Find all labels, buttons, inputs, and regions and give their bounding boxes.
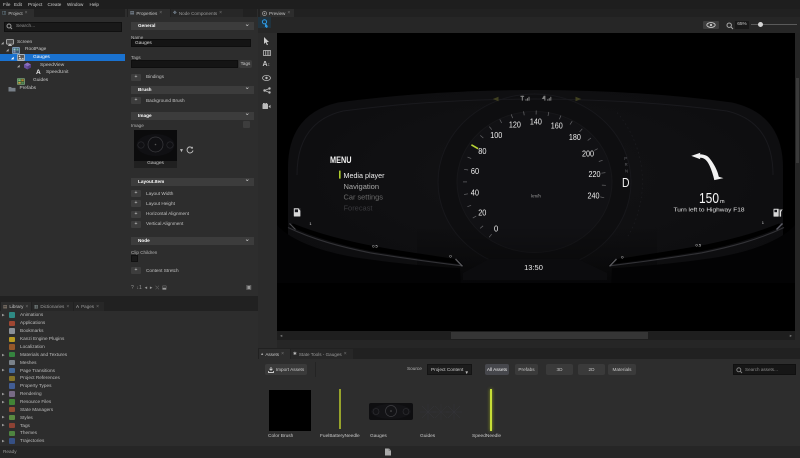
svg-text:220: 220 (589, 170, 601, 179)
svg-text:100: 100 (490, 131, 502, 140)
svg-text:150: 150 (699, 190, 719, 207)
svg-text:13:50: 13:50 (524, 263, 543, 272)
svg-text:R: R (625, 162, 628, 167)
svg-text:Car settings: Car settings (344, 193, 384, 202)
svg-text:80: 80 (478, 147, 487, 156)
svg-text:m: m (720, 199, 725, 205)
svg-text:Media player: Media player (344, 171, 386, 180)
svg-text:0.5: 0.5 (696, 242, 702, 247)
svg-text:40: 40 (471, 188, 480, 197)
svg-text:D: D (622, 175, 630, 190)
svg-text:120: 120 (509, 121, 521, 130)
svg-text:Turn left to Highway F18: Turn left to Highway F18 (674, 208, 745, 214)
svg-text:N: N (625, 169, 628, 174)
svg-text:Forecast: Forecast (344, 204, 373, 213)
svg-text:60: 60 (471, 167, 480, 176)
svg-text:P: P (624, 156, 627, 161)
svg-text:20: 20 (478, 208, 487, 217)
svg-text:Navigation: Navigation (344, 182, 380, 191)
svg-text:200: 200 (582, 150, 594, 159)
svg-text:MENU: MENU (330, 155, 352, 166)
svg-text:160: 160 (551, 122, 563, 131)
svg-text:0.5: 0.5 (372, 243, 378, 248)
svg-text:180: 180 (569, 133, 581, 142)
svg-text:0: 0 (494, 225, 499, 234)
svg-text:km/h: km/h (531, 194, 541, 199)
svg-text:240: 240 (588, 191, 600, 200)
svg-text:140: 140 (530, 117, 542, 126)
